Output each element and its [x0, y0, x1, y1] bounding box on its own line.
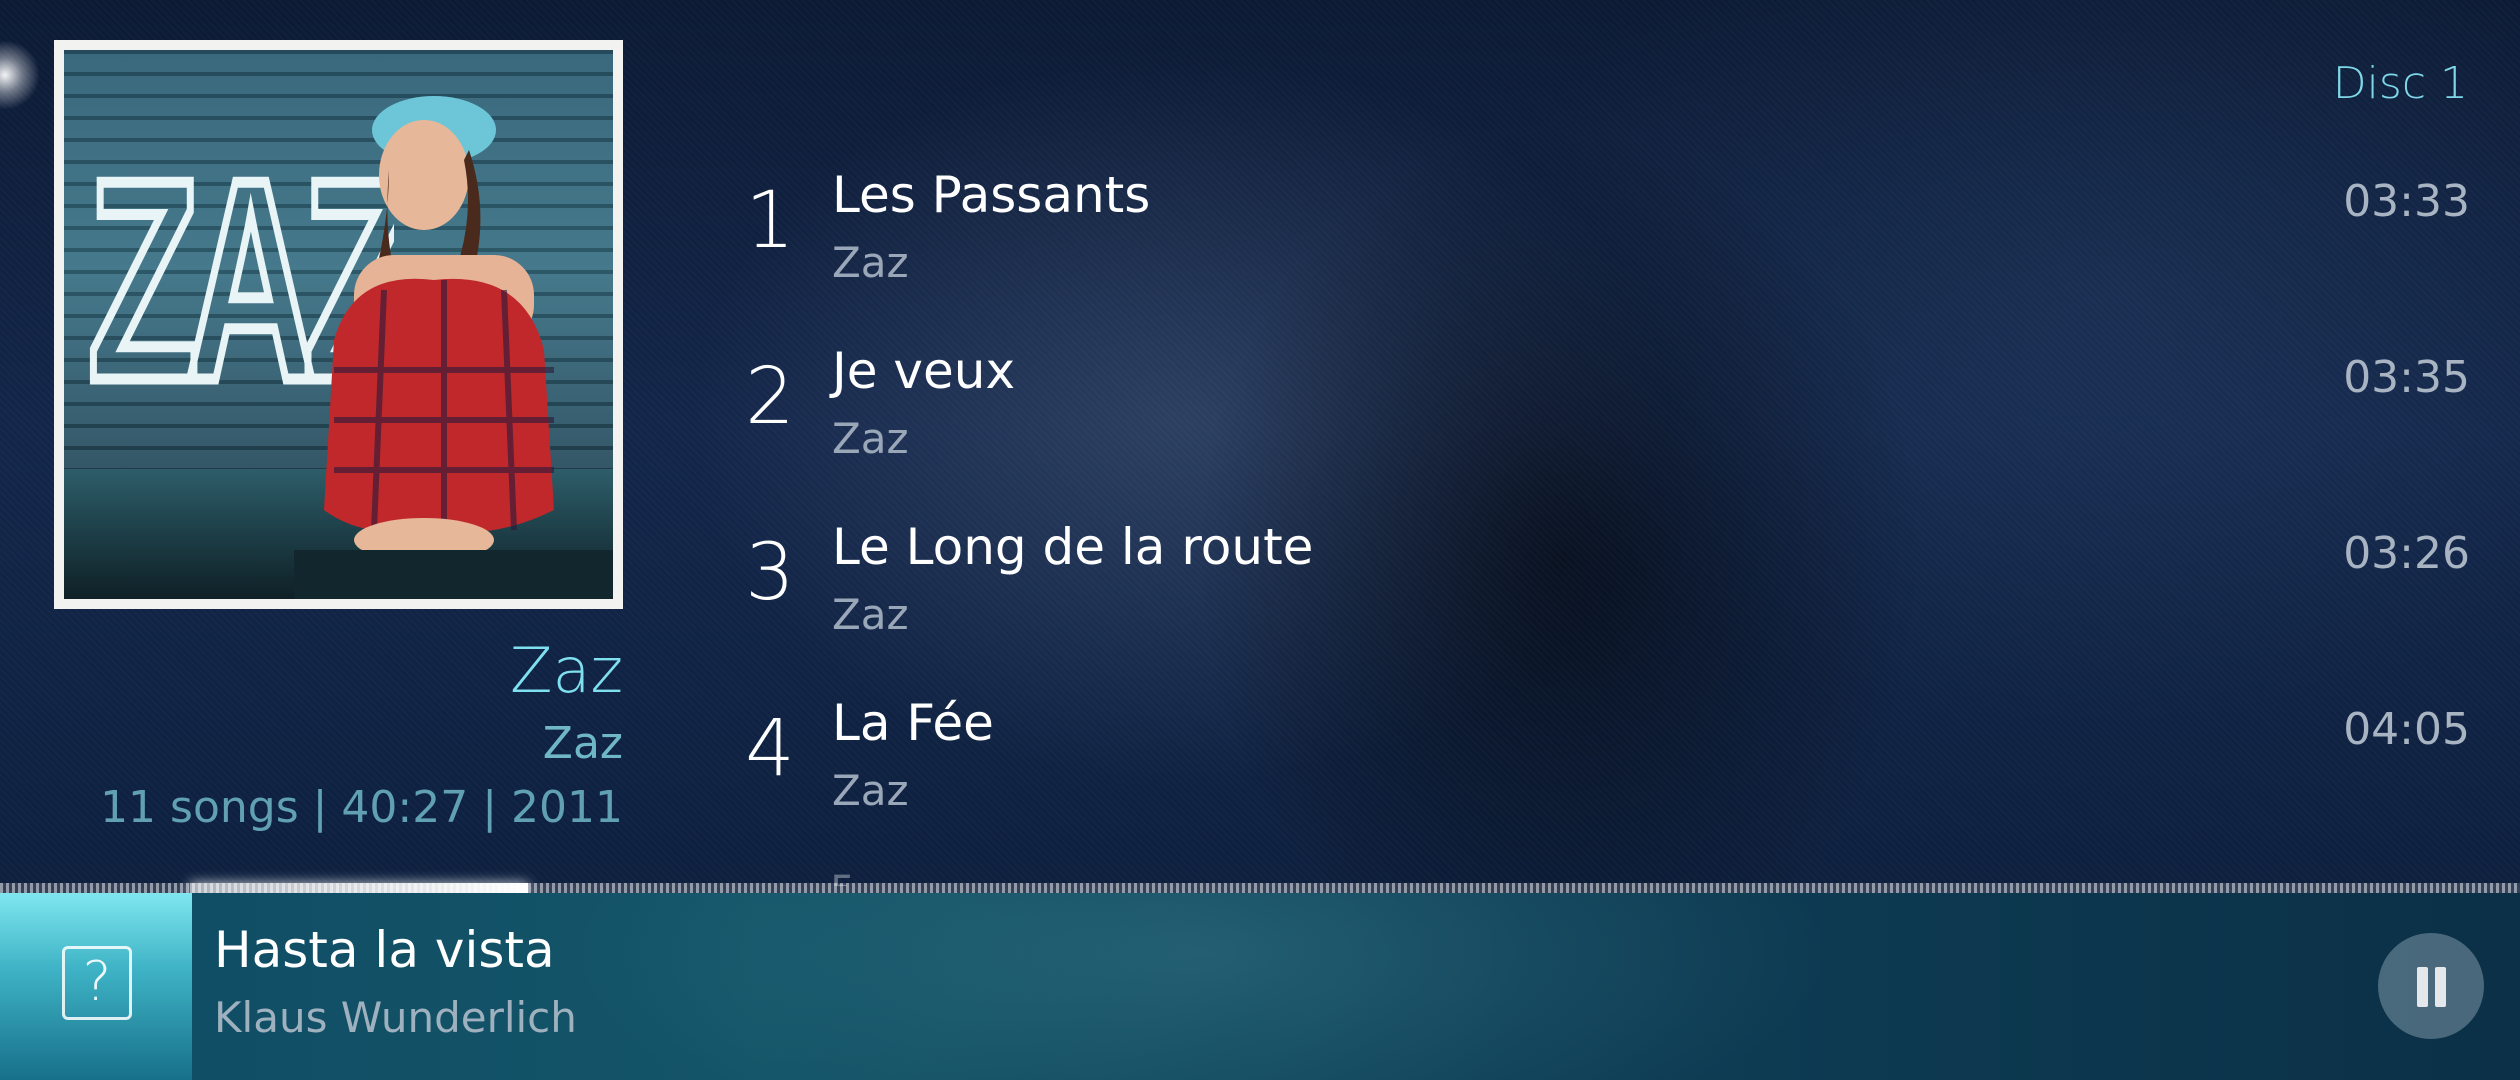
track-number: 3 [745, 528, 795, 618]
cover-person-graphic [294, 96, 613, 599]
track-title: La Fée [832, 694, 994, 752]
album-cover-art: ZAZ [64, 50, 613, 599]
pulley-indicator [0, 40, 40, 110]
now-playing-art[interactable]: ? [0, 893, 192, 1080]
track-number: 4 [745, 704, 795, 794]
track-artist: Zaz [832, 590, 909, 639]
playback-progress-bar[interactable] [0, 883, 2520, 893]
pause-button[interactable] [2378, 933, 2484, 1039]
track-list: 1 Les Passants Zaz 03:33 2 Je veux Zaz 0… [720, 160, 2470, 864]
unknown-album-icon: ? [62, 946, 132, 1020]
album-artist: Zaz [542, 718, 623, 769]
track-duration: 03:26 [2343, 528, 2470, 579]
track-number: 2 [745, 352, 795, 442]
track-item[interactable]: 3 Le Long de la route Zaz 03:26 [720, 512, 2470, 688]
track-title: Les Passants [832, 166, 1151, 224]
track-title: Je veux [832, 342, 1016, 400]
album-info: Zaz Zaz 11 songs | 40:27 | 2011 [54, 640, 623, 830]
album-meta: 11 songs | 40:27 | 2011 [100, 782, 623, 833]
playback-progress-fill [190, 883, 528, 893]
track-artist: Zaz [832, 414, 909, 463]
now-playing-artist: Klaus Wunderlich [214, 993, 577, 1042]
track-number: 1 [745, 176, 795, 266]
track-duration: 03:33 [2343, 176, 2470, 227]
track-duration: 03:35 [2343, 352, 2470, 403]
disc-label: Disc 1 [2332, 58, 2468, 109]
album-cover[interactable]: ZAZ [54, 40, 623, 609]
now-playing-bar[interactable]: ? Hasta la vista Klaus Wunderlich [0, 893, 2520, 1080]
track-title: Le Long de la route [832, 518, 1314, 576]
pause-icon [2417, 967, 2428, 1007]
album-title: Zaz [509, 634, 623, 707]
track-item[interactable]: 1 Les Passants Zaz 03:33 [720, 160, 2470, 336]
now-playing-title: Hasta la vista [214, 921, 555, 979]
track-item[interactable]: 4 La Fée Zaz 04:05 [720, 688, 2470, 864]
track-item[interactable]: 2 Je veux Zaz 03:35 [720, 336, 2470, 512]
music-player-screen: ZAZ Zaz Zaz 11 songs | 40:27 | 2011 Disc… [0, 0, 2520, 1080]
track-artist: Zaz [832, 238, 909, 287]
track-artist: Zaz [832, 766, 909, 815]
pause-icon [2435, 967, 2446, 1007]
track-duration: 04:05 [2343, 704, 2470, 755]
